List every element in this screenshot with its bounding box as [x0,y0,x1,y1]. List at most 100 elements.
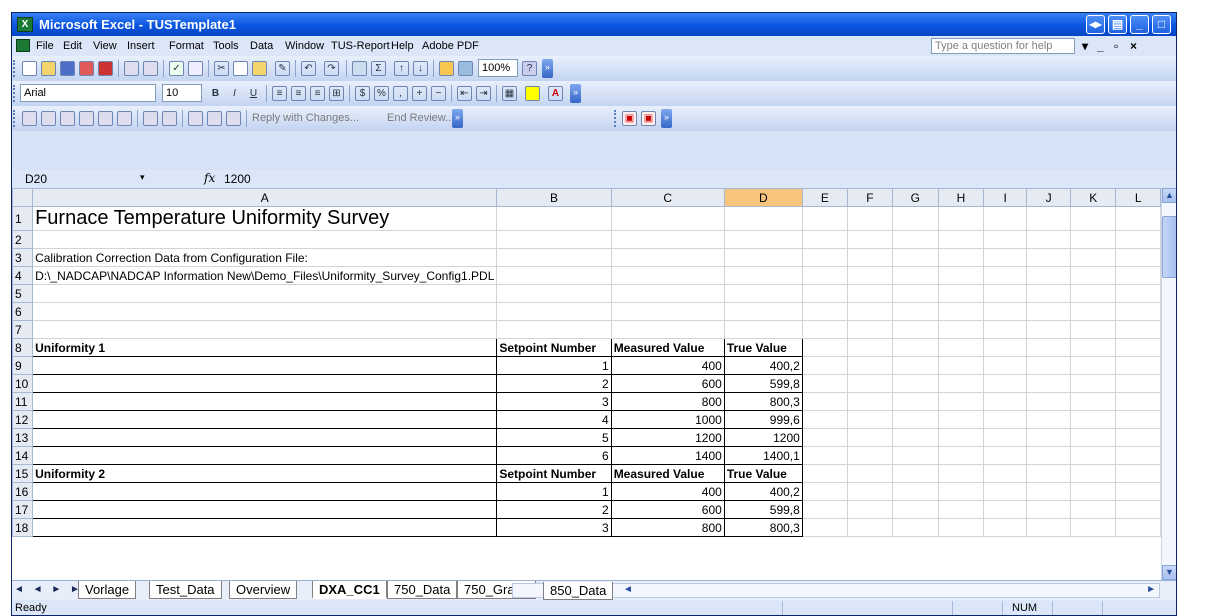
cell[interactable] [32,302,498,321]
cell[interactable] [32,500,498,519]
cell[interactable] [610,302,725,321]
doc-minimize-icon[interactable]: _ [1097,39,1104,53]
research-icon[interactable] [188,61,203,76]
cell[interactable] [1115,206,1161,231]
cell[interactable] [1070,392,1117,411]
cell[interactable] [891,446,939,465]
cell[interactable] [891,392,939,411]
cell[interactable] [32,410,498,429]
copy-icon[interactable] [233,61,248,76]
scroll-up-icon[interactable]: ▲ [1162,188,1176,203]
cell[interactable] [937,230,985,249]
toolbar-options-chevron[interactable]: » [570,84,581,103]
toolbar-options-chevron[interactable]: » [452,109,463,128]
cell[interactable] [983,374,1028,393]
cell[interactable] [1026,302,1072,321]
cell[interactable] [983,500,1028,519]
cell[interactable] [1070,320,1117,339]
chart-wizard-icon[interactable] [439,61,454,76]
cell[interactable] [496,284,612,303]
cell[interactable] [937,248,985,267]
cell[interactable]: Uniformity 1 [32,338,498,357]
cell[interactable] [1115,464,1161,483]
toolbar-options-chevron[interactable]: » [542,59,553,78]
cell[interactable] [610,266,725,285]
cell[interactable] [1115,482,1161,501]
cell[interactable]: 3 [496,392,612,411]
column-header[interactable]: A [32,188,498,207]
cell[interactable] [723,248,803,267]
align-center-icon[interactable]: ≡ [291,86,306,101]
cell[interactable] [983,356,1028,375]
cell[interactable] [32,446,498,465]
cell[interactable] [937,320,985,339]
cell[interactable]: 800,3 [723,518,803,537]
cell[interactable] [32,374,498,393]
cell[interactable] [1070,338,1117,357]
cell[interactable]: 6 [496,446,612,465]
row-header[interactable]: 10 [12,374,34,393]
column-header[interactable]: L [1115,188,1161,207]
cell[interactable] [891,374,939,393]
scroll-down-icon[interactable]: ▼ [1162,565,1176,580]
cell[interactable] [801,464,849,483]
cell[interactable] [1026,230,1072,249]
cell[interactable] [891,338,939,357]
toolbar-handle[interactable] [13,110,18,127]
cell[interactable] [723,284,803,303]
cell[interactable] [937,206,985,231]
cell[interactable] [801,320,849,339]
cell[interactable]: 1 [496,356,612,375]
toolbar-options-chevron[interactable]: » [661,109,672,128]
decrease-indent-icon[interactable]: ⇤ [457,86,472,101]
row-header[interactable]: 2 [12,230,34,249]
cell[interactable] [1026,428,1072,447]
cell[interactable] [801,410,849,429]
cell[interactable] [1115,338,1161,357]
cell[interactable] [723,266,803,285]
chevron-down-icon[interactable]: ▾ [140,172,145,183]
cell[interactable]: 3 [496,518,612,537]
maximize-button[interactable]: □ [1152,15,1171,34]
cell[interactable] [1026,410,1072,429]
cell[interactable]: 1 [496,482,612,501]
row-header[interactable]: 12 [12,410,34,429]
cell[interactable] [983,428,1028,447]
cell[interactable] [891,320,939,339]
cell[interactable] [32,392,498,411]
minimize-button[interactable]: _ [1130,15,1149,34]
cell[interactable] [1115,518,1161,537]
column-header[interactable]: E [801,188,849,207]
cell[interactable] [891,266,939,285]
cell[interactable] [983,302,1028,321]
column-header[interactable]: J [1026,188,1072,207]
cell[interactable]: 2 [496,500,612,519]
row-header[interactable]: 5 [12,284,34,303]
cell[interactable] [610,206,725,231]
cell[interactable] [847,410,893,429]
save-icon[interactable] [60,61,75,76]
cell[interactable] [1026,206,1072,231]
cell[interactable]: 400,2 [723,356,803,375]
cell[interactable] [1115,230,1161,249]
row-header[interactable]: 9 [12,356,34,375]
new-comment-icon[interactable] [22,111,37,126]
menu-view[interactable]: View [93,40,117,52]
cell[interactable] [937,374,985,393]
pdf-icon[interactable]: ▣ [622,111,637,126]
cell[interactable] [847,284,893,303]
review-icon[interactable] [226,111,241,126]
scroll-left-icon[interactable]: ◄ [623,584,633,595]
cell[interactable]: 1200 [723,428,803,447]
increase-decimal-icon[interactable]: + [412,86,427,101]
cell[interactable] [937,356,985,375]
underline-button[interactable]: U [246,86,261,101]
cell[interactable] [1026,320,1072,339]
cell[interactable] [801,302,849,321]
cell[interactable] [983,410,1028,429]
cell[interactable] [937,428,985,447]
tab-vorlage[interactable]: Vorlage [78,581,137,599]
cell[interactable] [847,392,893,411]
cell[interactable] [937,446,985,465]
column-header-selected[interactable]: D [723,188,803,207]
